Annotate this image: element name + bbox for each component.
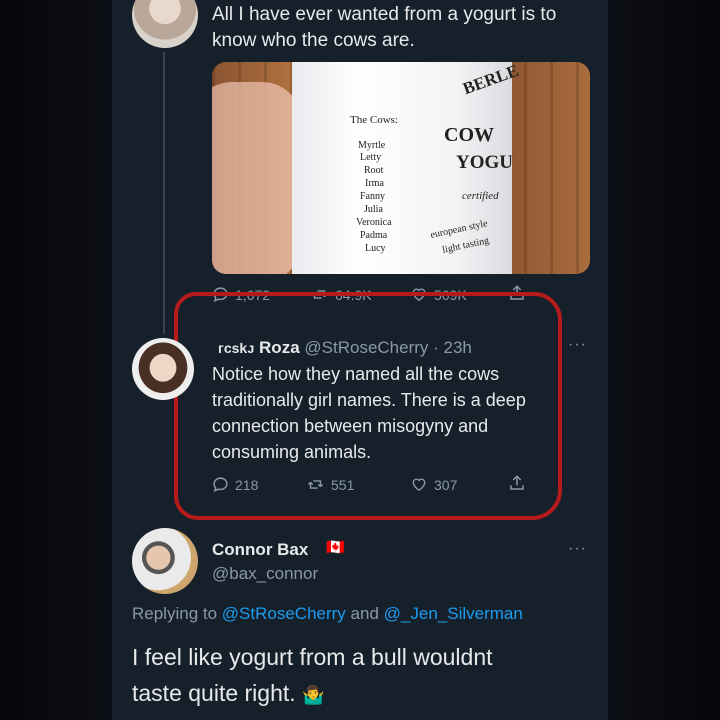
cup-label-cow: COW	[444, 124, 494, 146]
cup-heading: The Cows:	[350, 114, 398, 126]
tweet3-text-line2: taste quite right.	[132, 680, 296, 706]
cup-name-6: Veronica	[356, 217, 392, 228]
tweet3-display-name[interactable]: Connor Bax	[212, 540, 308, 560]
cup-name-1: Letty	[360, 152, 382, 163]
tweet3-more-icon[interactable]: ···	[568, 540, 587, 558]
tweet3-replying-line: Replying to @StRoseCherry and @_Jen_Silv…	[132, 604, 523, 624]
cup-name-8: Lucy	[365, 243, 386, 254]
tweet2-display-name[interactable]: Roza	[259, 338, 300, 357]
tweet2-share-action[interactable]	[508, 474, 526, 492]
tweet2-like-count: 307	[434, 476, 458, 493]
tweet2-reply-action[interactable]: 218	[212, 476, 258, 493]
tweet2-name-prefix: ᴦcskᴊ	[218, 340, 255, 356]
cup-name-7: Padma	[360, 230, 388, 241]
heart-icon	[412, 478, 426, 492]
tweet1-photo[interactable]: BERLE The Cows: Myrtle Letty Root Irma F…	[212, 62, 590, 274]
left-margin	[0, 0, 112, 720]
tweet3-handle[interactable]: @bax_connor	[212, 564, 318, 584]
tweet1-text-line1: All I have ever wanted from a yogurt is …	[212, 4, 557, 25]
tweet2-time[interactable]: 23h	[444, 338, 472, 357]
cup-name-4: Fanny	[360, 191, 385, 202]
tweet2-text-line4: consuming animals.	[212, 442, 372, 462]
cup-name-3: Irma	[365, 178, 384, 189]
tweet3-text-line1: I feel like yogurt from a bull wouldnt	[132, 644, 493, 670]
tweet2-retweet-action[interactable]: 551	[306, 476, 354, 493]
replying-prefix: Replying to	[132, 604, 218, 623]
right-margin	[608, 0, 720, 720]
shrug-emoji-icon: 🤷‍♂️	[302, 685, 325, 705]
tweet2-header: ᴦcskᴊ Roza @StRoseCherry · 23h	[218, 338, 472, 358]
share-icon	[510, 475, 524, 490]
canada-flag-icon: 🇨🇦	[326, 539, 345, 556]
tweet2-text-line2: traditionally girl names. There is a dee…	[212, 390, 526, 410]
cup-name-5: Julia	[364, 204, 383, 215]
cup-name-0: Myrtle	[358, 140, 386, 151]
cup-name-2: Root	[364, 165, 384, 176]
tweet1-text-line2: know who the cows are.	[212, 30, 415, 51]
photo-yogurt-cup: BERLE The Cows: Myrtle Letty Root Irma F…	[292, 62, 521, 274]
avatar-tweet3[interactable]	[132, 528, 198, 594]
reply-icon	[213, 477, 228, 493]
tweet2-retweet-count: 551	[331, 476, 355, 493]
cup-light: light tasting	[441, 235, 491, 256]
replying-user-2[interactable]: @_Jen_Silverman	[384, 604, 523, 623]
tweet2-handle[interactable]: @StRoseCherry	[304, 338, 428, 357]
retweet-icon	[307, 480, 324, 489]
avatar-tweet2[interactable]	[132, 338, 194, 400]
tweet3-text-line2-wrap: taste quite right. 🤷‍♂️	[132, 680, 324, 707]
tweet2-text-line3: connection between misogyny and	[212, 416, 489, 436]
tweet2-more-icon[interactable]: ···	[568, 336, 587, 354]
photo-hand	[212, 82, 302, 274]
screenshot: All I have ever wanted from a yogurt is …	[0, 0, 720, 720]
thread-connector-line	[163, 52, 165, 334]
replying-and: and	[350, 604, 379, 623]
tweet2-like-action[interactable]: 307	[410, 476, 457, 493]
cup-label-yogurt: YOGU	[456, 152, 513, 173]
cup-certified: certified	[462, 190, 499, 202]
tweet2-text-line1: Notice how they named all the cows	[212, 364, 500, 384]
tweet2-dot: ·	[428, 338, 444, 357]
tweet2-reply-count: 218	[235, 476, 259, 493]
replying-user-1[interactable]: @StRoseCherry	[222, 604, 346, 623]
